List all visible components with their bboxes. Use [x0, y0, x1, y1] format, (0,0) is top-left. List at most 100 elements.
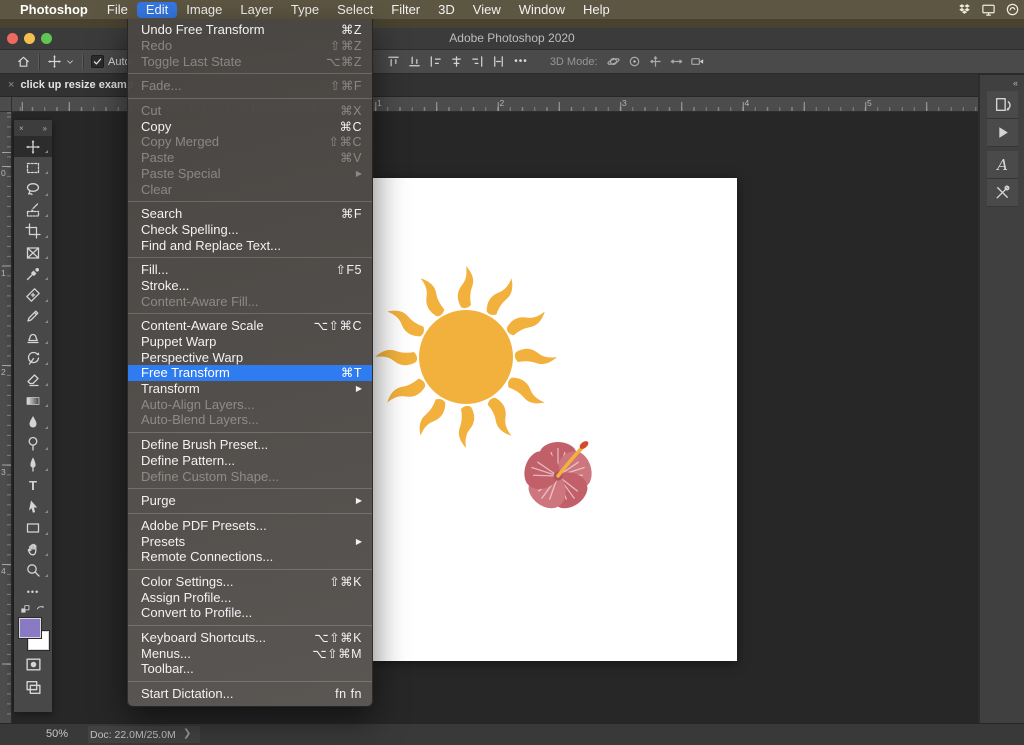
tool-presets-icon-button[interactable] — [987, 179, 1018, 207]
eyedropper-icon[interactable] — [14, 263, 52, 284]
eraser-icon[interactable] — [14, 369, 52, 390]
hand-tool-icon[interactable] — [14, 539, 52, 560]
align-top-icon[interactable] — [386, 54, 401, 69]
zoom-window-button[interactable] — [41, 33, 52, 44]
menu-item-remote-connections[interactable]: Remote Connections... — [128, 549, 372, 565]
menu-item-redo: Redo⇧⌘Z — [128, 38, 372, 54]
menu-item-check-spelling[interactable]: Check Spelling... — [128, 222, 372, 238]
glyphs-icon-button[interactable]: A — [987, 151, 1018, 179]
object-selection-icon[interactable] — [14, 200, 52, 221]
menubar-item-type[interactable]: Type — [282, 2, 328, 18]
menu-item-adobe-pdf-presets[interactable]: Adobe PDF Presets... — [128, 518, 372, 534]
lasso-icon[interactable] — [14, 178, 52, 199]
minimize-window-button[interactable] — [24, 33, 35, 44]
path-selection-icon[interactable] — [14, 496, 52, 517]
screen-mode-button[interactable] — [14, 676, 52, 699]
zoom-level-field[interactable]: 50% — [46, 728, 68, 740]
document-tab[interactable]: click up resize examp — [20, 79, 133, 91]
menubar-item-layer[interactable]: Layer — [231, 2, 282, 18]
menubar-item-3d[interactable]: 3D — [429, 2, 464, 18]
screen-sharing-icon[interactable] — [981, 2, 996, 17]
chevron-down-icon[interactable] — [65, 57, 75, 67]
orbit-3d-icon[interactable] — [606, 54, 621, 69]
type-tool-icon[interactable]: T — [14, 475, 52, 496]
history-icon-button[interactable] — [987, 91, 1018, 119]
dodge-tool-icon[interactable] — [14, 433, 52, 454]
gradient-icon[interactable] — [14, 390, 52, 411]
quick-mask-button[interactable] — [14, 653, 52, 676]
creative-cloud-icon[interactable] — [1005, 2, 1020, 17]
menubar-item-select[interactable]: Select — [328, 2, 382, 18]
menu-item-puppet-warp[interactable]: Puppet Warp — [128, 334, 372, 350]
tools-panel-collapse-icon[interactable]: » — [43, 124, 47, 133]
healing-brush-icon[interactable] — [14, 284, 52, 305]
menubar-item-image[interactable]: Image — [177, 2, 231, 18]
auto-select-checkbox[interactable] — [91, 55, 104, 68]
menu-item-define-pattern[interactable]: Define Pattern... — [128, 453, 372, 469]
default-colors-icon[interactable] — [20, 604, 31, 615]
menu-item-convert-to-profile[interactable]: Convert to Profile... — [128, 605, 372, 621]
menu-item-copy[interactable]: Copy⌘C — [128, 118, 372, 134]
menu-item-start-dictation[interactable]: Start Dictation...fn fn — [128, 686, 372, 702]
dropbox-icon[interactable] — [957, 2, 972, 17]
blur-tool-icon[interactable] — [14, 411, 52, 432]
menubar-item-file[interactable]: File — [98, 2, 137, 18]
menubar-item-help[interactable]: Help — [574, 2, 619, 18]
distribute-gap-icon[interactable] — [491, 54, 506, 69]
tools-panel-close-icon[interactable]: × — [19, 124, 24, 133]
brush-tool-icon[interactable] — [14, 306, 52, 327]
menu-item-stroke[interactable]: Stroke... — [128, 278, 372, 294]
pan-3d-icon[interactable] — [648, 54, 663, 69]
roll-3d-icon[interactable] — [627, 54, 642, 69]
rectangular-marquee-icon[interactable] — [14, 157, 52, 178]
menubar-item-edit[interactable]: Edit — [137, 2, 177, 18]
menu-item-presets[interactable]: Presets▶ — [128, 533, 372, 549]
edit-toolbar-ellipsis-icon[interactable]: ••• — [14, 581, 52, 602]
menu-item-free-transform[interactable]: Free Transform⌘T — [128, 365, 372, 381]
menubar-item-window[interactable]: Window — [510, 2, 574, 18]
menu-separator — [128, 201, 372, 202]
move-tool-option-icon[interactable] — [47, 54, 62, 69]
close-window-button[interactable] — [7, 33, 18, 44]
distribute-center-h-icon[interactable] — [449, 54, 464, 69]
menu-item-keyboard-shortcuts[interactable]: Keyboard Shortcuts...⌥⇧⌘K — [128, 630, 372, 646]
menu-item-assign-profile[interactable]: Assign Profile... — [128, 589, 372, 605]
tab-close-icon[interactable]: × — [8, 79, 14, 91]
dock-collapse-icon[interactable]: « — [1013, 78, 1018, 88]
menu-item-purge[interactable]: Purge▶ — [128, 493, 372, 509]
menu-item-find-and-replace-text[interactable]: Find and Replace Text... — [128, 237, 372, 253]
distribute-left-icon[interactable] — [428, 54, 443, 69]
rectangle-tool-icon[interactable] — [14, 517, 52, 538]
slide-3d-icon[interactable] — [669, 54, 684, 69]
distribute-right-icon[interactable] — [470, 54, 485, 69]
clone-stamp-icon[interactable] — [14, 327, 52, 348]
align-bottom-icon[interactable] — [407, 54, 422, 69]
pen-tool-icon[interactable] — [14, 454, 52, 475]
menu-item-content-aware-scale[interactable]: Content-Aware Scale⌥⇧⌘C — [128, 318, 372, 334]
document-canvas[interactable] — [372, 178, 737, 661]
menubar-item-view[interactable]: View — [464, 2, 510, 18]
zoom-tool-icon[interactable] — [14, 560, 52, 581]
move-tool-icon[interactable] — [14, 136, 52, 157]
frame-tool-icon[interactable] — [14, 242, 52, 263]
history-brush-icon[interactable] — [14, 348, 52, 369]
actions-play-icon-button[interactable] — [987, 119, 1018, 147]
menu-item-search[interactable]: Search⌘F — [128, 206, 372, 222]
menubar-item-filter[interactable]: Filter — [382, 2, 429, 18]
menu-item-perspective-warp[interactable]: Perspective Warp — [128, 349, 372, 365]
menu-item-define-brush-preset[interactable]: Define Brush Preset... — [128, 437, 372, 453]
swap-colors-icon[interactable] — [35, 604, 46, 615]
menu-item-undo-free-transform[interactable]: Undo Free Transform⌘Z — [128, 22, 372, 38]
status-expand-chevron-icon[interactable]: ❯ — [183, 728, 191, 739]
home-icon[interactable] — [16, 54, 31, 69]
menubar-app-name[interactable]: Photoshop — [10, 2, 98, 17]
more-options-icon[interactable]: ••• — [514, 56, 528, 67]
menu-item-menus[interactable]: Menus...⌥⇧⌘M — [128, 645, 372, 661]
menu-item-fill[interactable]: Fill...⇧F5 — [128, 262, 372, 278]
crop-tool-icon[interactable] — [14, 221, 52, 242]
menu-item-color-settings[interactable]: Color Settings...⇧⌘K — [128, 574, 372, 590]
camera-3d-icon[interactable] — [690, 54, 705, 69]
foreground-color-swatch[interactable] — [19, 618, 41, 638]
menu-item-transform[interactable]: Transform▶ — [128, 381, 372, 397]
menu-item-toolbar[interactable]: Toolbar... — [128, 661, 372, 677]
